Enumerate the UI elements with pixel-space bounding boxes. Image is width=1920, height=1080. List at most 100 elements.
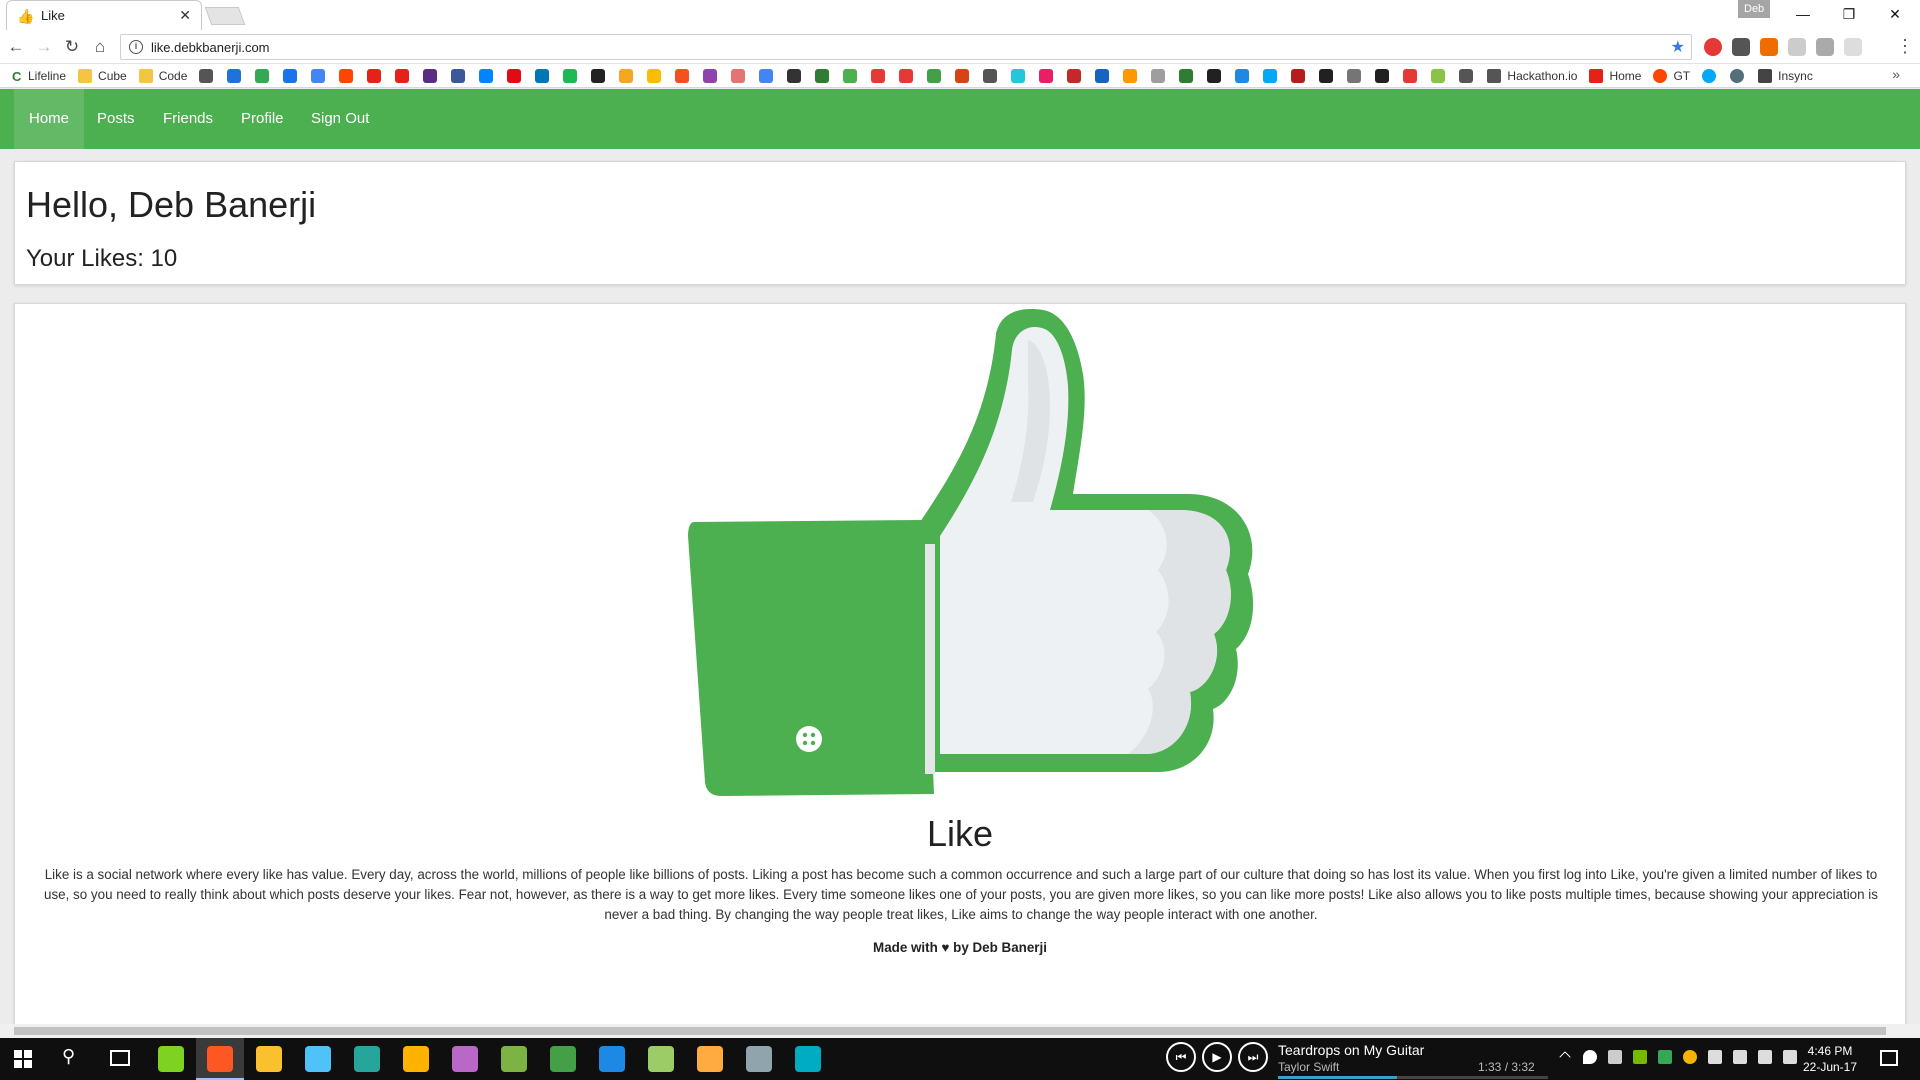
bookmark-gt[interactable]: GT <box>1653 68 1690 83</box>
bookmark-icon[interactable] <box>367 68 382 83</box>
bookmark-icon[interactable] <box>1039 68 1054 83</box>
taskbar-app-icon[interactable] <box>158 1046 184 1072</box>
tray-chevron-icon[interactable] <box>1559 1051 1571 1063</box>
play-icon[interactable]: ▶ <box>1202 1042 1232 1072</box>
forward-arrow-icon[interactable]: → <box>32 36 56 60</box>
profile-badge[interactable]: Deb <box>1738 0 1771 18</box>
taskbar-app-icon[interactable] <box>501 1046 527 1072</box>
bookmark-icon[interactable] <box>619 68 634 83</box>
url-text[interactable]: like.debkbanerji.com <box>151 40 1671 55</box>
battery-icon[interactable] <box>1758 1050 1772 1064</box>
bookmark-hackathon[interactable]: Hackathon.io <box>1487 68 1577 83</box>
tray-icon[interactable] <box>1608 1050 1622 1064</box>
bookmark-icon[interactable] <box>675 68 690 83</box>
song-progress-bar[interactable] <box>1278 1076 1548 1079</box>
bookmark-icon[interactable] <box>1291 68 1306 83</box>
tray-icon[interactable] <box>1683 1050 1697 1064</box>
dropbox-icon[interactable] <box>1583 1050 1597 1064</box>
next-track-icon[interactable]: ⏭ <box>1238 1042 1268 1072</box>
bookmark-icon[interactable] <box>647 68 662 83</box>
more-bookmarks-icon[interactable]: » <box>1892 66 1900 82</box>
thumbs-up-illustration[interactable] <box>678 304 1278 804</box>
reload-icon[interactable]: ↻ <box>60 36 84 60</box>
taskbar-app-icon[interactable] <box>599 1046 625 1072</box>
extension-icon[interactable] <box>1760 38 1778 56</box>
new-tab-button[interactable] <box>204 7 246 25</box>
bookmark-icon[interactable] <box>955 68 970 83</box>
bookmark-icon[interactable] <box>899 68 914 83</box>
taskbar-app-icon[interactable] <box>354 1046 380 1072</box>
nvidia-icon[interactable] <box>1633 1050 1647 1064</box>
windows-start-icon[interactable] <box>14 1050 32 1068</box>
bookmark-home[interactable]: Home <box>1589 68 1641 83</box>
close-tab-icon[interactable]: ✕ <box>179 7 191 24</box>
bookmark-icon[interactable] <box>759 68 774 83</box>
taskbar-app-icon[interactable] <box>795 1046 821 1072</box>
bookmark-icon[interactable] <box>535 68 550 83</box>
taskbar-app-icon[interactable] <box>256 1046 282 1072</box>
bookmark-icon[interactable] <box>1123 68 1138 83</box>
bookmark-icon[interactable] <box>1235 68 1250 83</box>
bookmark-icon[interactable] <box>871 68 886 83</box>
search-icon[interactable]: ⚲ <box>62 1046 75 1067</box>
nav-friends[interactable]: Friends <box>148 89 228 149</box>
bookmark-icon[interactable] <box>1151 68 1166 83</box>
bookmark-icon[interactable] <box>1375 68 1390 83</box>
taskbar-app-icon[interactable] <box>305 1046 331 1072</box>
horizontal-scrollbar[interactable] <box>0 1024 1920 1038</box>
scrollbar-thumb[interactable] <box>14 1027 1886 1035</box>
volume-icon[interactable] <box>1733 1050 1747 1064</box>
nav-sign-out[interactable]: Sign Out <box>296 89 384 149</box>
bookmark-icon[interactable] <box>199 68 214 83</box>
taskbar-app-icon[interactable] <box>746 1046 772 1072</box>
bookmark-icon[interactable] <box>1207 68 1222 83</box>
taskbar-app-icon[interactable] <box>452 1046 478 1072</box>
taskbar-app-icon[interactable] <box>207 1046 233 1072</box>
bookmark-icon[interactable] <box>1459 68 1474 83</box>
bookmark-icon[interactable] <box>1011 68 1026 83</box>
extension-icon[interactable] <box>1732 38 1750 56</box>
bookmark-folder-code[interactable]: Code <box>138 68 187 83</box>
bookmark-icon[interactable] <box>563 68 578 83</box>
bookmark-icon[interactable] <box>227 68 242 83</box>
restore-icon[interactable]: ❐ <box>1826 2 1872 26</box>
browser-menu-icon[interactable]: ⋮ <box>1896 36 1914 57</box>
system-clock[interactable]: 4:46 PM 22-Jun-17 <box>1800 1043 1860 1075</box>
bookmark-icon[interactable] <box>311 68 326 83</box>
bookmark-icon[interactable] <box>479 68 494 83</box>
back-arrow-icon[interactable]: ← <box>4 36 28 60</box>
pen-icon[interactable] <box>1783 1050 1797 1064</box>
bookmark-icon[interactable] <box>1179 68 1194 83</box>
bookmark-folder-cube[interactable]: Cube <box>78 68 127 83</box>
network-icon[interactable] <box>1708 1050 1722 1064</box>
extension-icon[interactable] <box>1788 38 1806 56</box>
bookmark-icon[interactable] <box>1263 68 1278 83</box>
bookmark-icon[interactable] <box>507 68 522 83</box>
bookmark-icon[interactable] <box>451 68 466 83</box>
bookmark-icon[interactable] <box>395 68 410 83</box>
taskbar-app-icon[interactable] <box>648 1046 674 1072</box>
bookmark-icon[interactable] <box>843 68 858 83</box>
bookmark-icon[interactable] <box>1702 68 1717 83</box>
taskbar-app-icon[interactable] <box>697 1046 723 1072</box>
bookmark-icon[interactable] <box>927 68 942 83</box>
bookmark-icon[interactable] <box>787 68 802 83</box>
browser-tab[interactable]: 👍 Like ✕ <box>6 0 202 30</box>
task-view-icon[interactable] <box>110 1050 130 1066</box>
extension-icon[interactable] <box>1816 38 1834 56</box>
bookmark-icon[interactable] <box>1319 68 1334 83</box>
bookmark-insync[interactable]: Insync <box>1758 68 1813 83</box>
bookmark-icon[interactable] <box>731 68 746 83</box>
home-icon[interactable]: ⌂ <box>88 36 112 60</box>
bookmark-star-icon[interactable]: ★ <box>1671 37 1685 57</box>
bookmark-icon[interactable] <box>983 68 998 83</box>
bookmark-icon[interactable] <box>1431 68 1446 83</box>
bookmark-icon[interactable] <box>339 68 354 83</box>
nav-home[interactable]: Home <box>14 89 85 149</box>
extension-icon[interactable] <box>1844 38 1862 56</box>
bookmark-icon[interactable] <box>1095 68 1110 83</box>
bookmark-icon[interactable] <box>423 68 438 83</box>
bookmark-icon[interactable] <box>1347 68 1362 83</box>
drive-icon[interactable] <box>1658 1050 1672 1064</box>
minimize-icon[interactable]: — <box>1780 2 1826 26</box>
